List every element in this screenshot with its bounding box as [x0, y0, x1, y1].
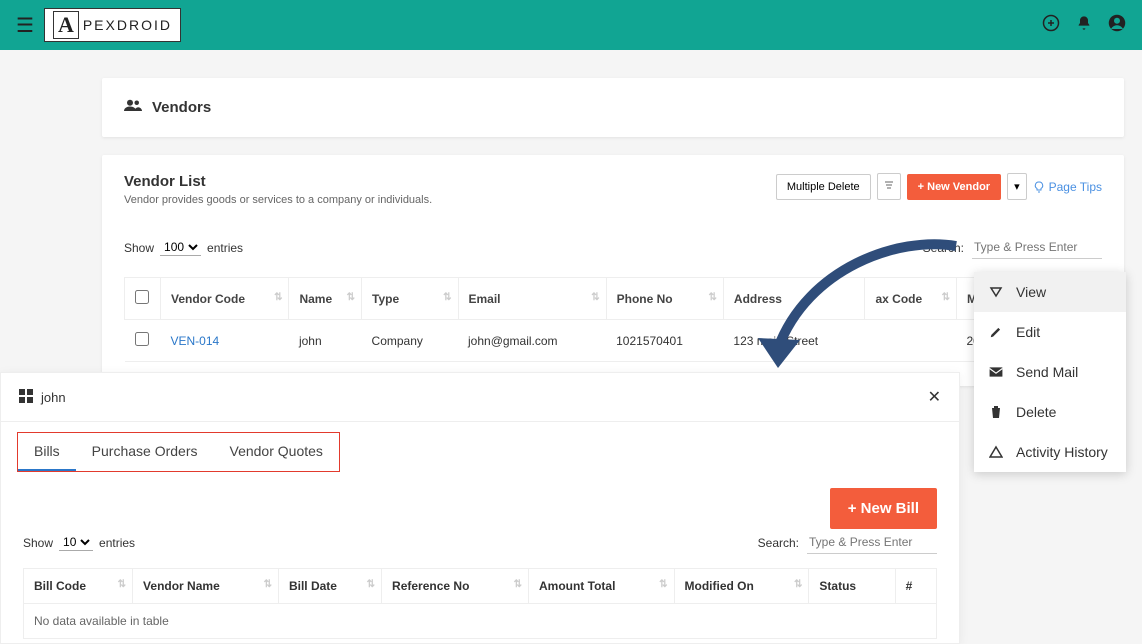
col-bill-date[interactable]: Bill Date⇅ — [278, 569, 381, 604]
topbar: ☰ A PEXDROID — [0, 0, 1142, 50]
ctx-sendmail[interactable]: Send Mail — [974, 352, 1126, 392]
triangle-icon — [988, 445, 1004, 459]
cell-phone: 1021570401 — [606, 320, 723, 362]
vendor-list-subtitle: Vendor provides goods or services to a c… — [124, 194, 432, 206]
entries-label: entries — [207, 241, 243, 255]
tab-vendor-quotes[interactable]: Vendor Quotes — [214, 433, 339, 471]
vendor-list-header: Vendor List Vendor provides goods or ser… — [124, 173, 1102, 206]
no-data-row: No data available in table — [24, 604, 937, 639]
col-phone[interactable]: Phone No⇅ — [606, 278, 723, 320]
bills-table: Bill Code⇅ Vendor Name⇅ Bill Date⇅ Refer… — [23, 568, 937, 639]
ctx-view[interactable]: View — [974, 272, 1126, 312]
cell-email: john@gmail.com — [458, 320, 606, 362]
ctx-edit-label: Edit — [1016, 324, 1040, 340]
col-bill-modified[interactable]: Modified On⇅ — [674, 569, 809, 604]
logo-text: PEXDROID — [83, 17, 172, 33]
tab-highlight-box: Bills Purchase Orders Vendor Quotes — [17, 432, 340, 472]
close-icon[interactable]: ✕ — [928, 387, 941, 407]
search-wrap: Search: — [923, 236, 1102, 259]
bell-icon[interactable] — [1076, 15, 1092, 36]
multiple-delete-dropdown[interactable] — [877, 173, 901, 200]
logo[interactable]: A PEXDROID — [44, 8, 181, 42]
mail-icon — [988, 366, 1004, 378]
context-menu: View Edit Send Mail Delete Activity Hist… — [974, 272, 1126, 472]
ctx-history[interactable]: Activity History — [974, 432, 1126, 472]
pencil-icon — [988, 325, 1004, 339]
new-vendor-button[interactable]: + New Vendor — [907, 174, 1001, 200]
ctx-delete-label: Delete — [1016, 404, 1056, 420]
vendor-detail-panel: john ✕ Bills Purchase Orders Vendor Quot… — [0, 372, 960, 644]
detail-name: john — [41, 390, 66, 405]
ctx-history-label: Activity History — [1016, 444, 1108, 460]
bills-show-label: Show — [23, 536, 53, 550]
search-label: Search: — [923, 241, 964, 255]
bills-table-controls: Show 10 entries Search: — [1, 531, 959, 554]
bills-entries-label: entries — [99, 536, 135, 550]
grid-icon — [19, 389, 33, 406]
col-status[interactable]: Status — [809, 569, 895, 604]
new-vendor-dropdown[interactable]: ▾ — [1007, 173, 1027, 200]
user-icon[interactable] — [1108, 14, 1126, 37]
page-title: Vendors — [152, 99, 211, 116]
ctx-edit[interactable]: Edit — [974, 312, 1126, 352]
page-tips-link[interactable]: Page Tips — [1033, 180, 1102, 194]
show-label: Show — [124, 241, 154, 255]
select-all-checkbox[interactable] — [135, 290, 149, 304]
row-checkbox[interactable] — [135, 332, 149, 346]
col-name[interactable]: Name⇅ — [289, 278, 362, 320]
vendor-list-title: Vendor List — [124, 173, 432, 190]
ctx-view-label: View — [1016, 284, 1046, 300]
topbar-right — [1042, 14, 1126, 37]
ctx-delete[interactable]: Delete — [974, 392, 1126, 432]
search-input[interactable] — [972, 236, 1102, 259]
logo-letter: A — [53, 11, 79, 39]
col-vendor-name[interactable]: Vendor Name⇅ — [133, 569, 279, 604]
col-address[interactable]: Address — [723, 278, 865, 320]
add-icon[interactable] — [1042, 14, 1060, 37]
trash-icon — [988, 405, 1004, 419]
multiple-delete-button[interactable]: Multiple Delete — [776, 174, 871, 200]
bills-search-input[interactable] — [807, 531, 937, 554]
bills-search-label: Search: — [758, 536, 799, 550]
triangle-down-icon — [988, 285, 1004, 299]
hamburger-icon[interactable]: ☰ — [16, 13, 34, 38]
ctx-sendmail-label: Send Mail — [1016, 364, 1078, 380]
tabs-row: Bills Purchase Orders Vendor Quotes — [1, 422, 959, 482]
col-email[interactable]: Email⇅ — [458, 278, 606, 320]
cell-name: john — [289, 320, 362, 362]
sort-icon: ⇅ — [274, 292, 282, 303]
tab-purchase-orders[interactable]: Purchase Orders — [76, 433, 214, 471]
new-bill-button[interactable]: + New Bill — [830, 488, 937, 529]
col-bill-code[interactable]: Bill Code⇅ — [24, 569, 133, 604]
vendor-list-card: Vendor List Vendor provides goods or ser… — [102, 155, 1124, 386]
cell-address: 123 main Street — [723, 320, 865, 362]
cell-type: Company — [362, 320, 458, 362]
vendors-header-card: Vendors — [102, 78, 1124, 137]
people-icon — [124, 98, 142, 117]
table-row[interactable]: VEN-014 john Company john@gmail.com 1021… — [125, 320, 1102, 362]
col-amount[interactable]: Amount Total⇅ — [528, 569, 674, 604]
detail-header: john ✕ — [1, 373, 959, 422]
new-bill-row: + New Bill — [1, 482, 959, 529]
vendor-table: Vendor Code⇅ Name⇅ Type⇅ Email⇅ Phone No… — [124, 277, 1102, 362]
tab-bills[interactable]: Bills — [18, 433, 76, 471]
page-tips-label: Page Tips — [1049, 180, 1102, 194]
cell-vendor-code[interactable]: VEN-014 — [161, 320, 289, 362]
cell-taxcode — [865, 320, 957, 362]
col-type[interactable]: Type⇅ — [362, 278, 458, 320]
table-controls: Show 100 entries Search: — [124, 236, 1102, 259]
vendor-list-actions: Multiple Delete + New Vendor ▾ Page Tips — [776, 173, 1102, 200]
col-vendor-code[interactable]: Vendor Code⇅ — [161, 278, 289, 320]
bills-entries-select[interactable]: 10 — [59, 534, 93, 551]
col-taxcode[interactable]: ax Code⇅ — [865, 278, 957, 320]
col-hash[interactable]: # — [895, 569, 936, 604]
entries-select[interactable]: 100 — [160, 239, 201, 256]
col-ref-no[interactable]: Reference No⇅ — [382, 569, 529, 604]
